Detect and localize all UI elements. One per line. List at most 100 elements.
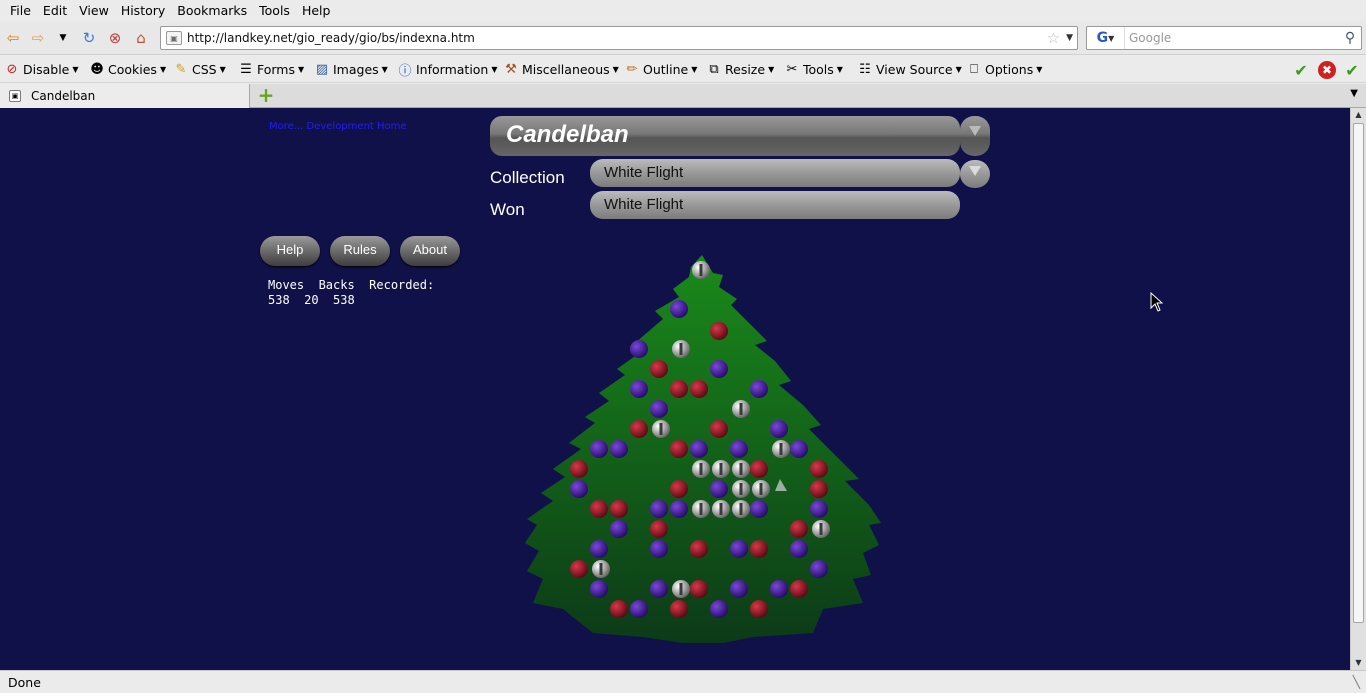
purple-ornament[interactable] [770, 580, 788, 598]
help-button[interactable]: Help [260, 236, 320, 266]
wd-outline[interactable]: ✏ Outline ▼ [624, 60, 698, 79]
menu-bookmarks[interactable]: Bookmarks [171, 0, 253, 22]
wd-cookies[interactable]: ☻ Cookies ▼ [89, 60, 166, 79]
purple-ornament[interactable] [710, 480, 728, 498]
vertical-scrollbar[interactable]: ▲ ▼ [1350, 108, 1366, 670]
scroll-down-icon[interactable]: ▼ [1351, 656, 1366, 670]
search-icon[interactable]: ⚲ [1339, 30, 1361, 46]
purple-ornament[interactable] [650, 540, 668, 558]
purple-ornament[interactable] [730, 440, 748, 458]
wd-forms[interactable]: ☰ Forms ▼ [238, 60, 304, 79]
validate-css-icon[interactable]: ✔ [1292, 61, 1310, 80]
purple-ornament[interactable] [790, 440, 808, 458]
red-ornament[interactable] [570, 460, 588, 478]
purple-ornament[interactable] [610, 520, 628, 538]
purple-ornament[interactable] [630, 340, 648, 358]
red-ornament[interactable] [690, 380, 708, 398]
red-ornament[interactable] [630, 420, 648, 438]
purple-ornament[interactable] [570, 480, 588, 498]
purple-ornament[interactable] [590, 540, 608, 558]
purple-ornament[interactable] [730, 580, 748, 598]
menu-history[interactable]: History [115, 0, 171, 22]
menu-help[interactable]: Help [296, 0, 337, 22]
red-ornament[interactable] [810, 460, 828, 478]
collection-dropdown[interactable] [960, 160, 990, 188]
game-board-tree[interactable] [523, 253, 885, 648]
search-engine-icon[interactable]: G ▼ [1087, 27, 1125, 49]
wd-options[interactable]: ⎕ Options ▼ [966, 60, 1042, 79]
purple-ornament[interactable] [710, 600, 728, 618]
home-icon[interactable]: ⌂ [130, 28, 152, 48]
red-ornament[interactable] [650, 360, 668, 378]
validate-html-icon[interactable]: ✔ [1343, 61, 1361, 80]
purple-ornament[interactable] [710, 360, 728, 378]
error-icon[interactable]: ✖ [1318, 61, 1336, 79]
rules-button[interactable]: Rules [330, 236, 390, 266]
red-ornament[interactable] [670, 380, 688, 398]
url-bar[interactable]: ▣ http://landkey.net/gio_ready/gio/bs/in… [160, 26, 1078, 50]
red-ornament[interactable] [590, 500, 608, 518]
red-ornament[interactable] [710, 322, 728, 340]
purple-ornament[interactable] [810, 500, 828, 518]
reload-icon[interactable]: ↻ [78, 28, 100, 48]
wd-disable[interactable]: ⊘ Disable ▼ [4, 60, 79, 79]
menu-tools[interactable]: Tools [253, 0, 296, 22]
history-dropdown-icon[interactable]: ▼ [52, 28, 74, 48]
purple-ornament[interactable] [770, 420, 788, 438]
wd-css[interactable]: ✎ CSS ▼ [173, 60, 226, 79]
purple-ornament[interactable] [650, 500, 668, 518]
purple-ornament[interactable] [790, 540, 808, 558]
scroll-up-icon[interactable]: ▲ [1351, 108, 1366, 122]
red-ornament[interactable] [710, 420, 728, 438]
site-identity-icon[interactable]: ▣ [166, 31, 182, 45]
menu-view[interactable]: View [73, 0, 115, 22]
url-dropdown-icon[interactable]: ▼ [1066, 33, 1073, 43]
about-button[interactable]: About [400, 236, 460, 266]
bookmark-star-icon[interactable]: ☆ [1047, 29, 1060, 47]
purple-ornament[interactable] [670, 500, 688, 518]
wd-information[interactable]: ⓘ Information ▼ [397, 60, 497, 79]
purple-ornament[interactable] [690, 440, 708, 458]
wd-view-source[interactable]: ☷ View Source ▼ [857, 60, 962, 79]
purple-ornament[interactable] [590, 440, 608, 458]
red-ornament[interactable] [690, 580, 708, 598]
red-ornament[interactable] [690, 540, 708, 558]
red-ornament[interactable] [790, 520, 808, 538]
purple-ornament[interactable] [630, 600, 648, 618]
resize-grip-icon[interactable]: ╲ [1353, 675, 1360, 689]
search-box[interactable]: G ▼ Google ⚲ [1086, 26, 1362, 50]
purple-ornament[interactable] [810, 560, 828, 578]
purple-ornament[interactable] [610, 440, 628, 458]
red-ornament[interactable] [610, 600, 628, 618]
tab-list-icon[interactable]: ▼ [1350, 88, 1358, 99]
purple-ornament[interactable] [590, 580, 608, 598]
wd-resize[interactable]: ⧉ Resize ▼ [706, 60, 774, 79]
red-ornament[interactable] [810, 480, 828, 498]
red-ornament[interactable] [570, 560, 588, 578]
purple-ornament[interactable] [650, 400, 668, 418]
purple-ornament[interactable] [650, 580, 668, 598]
red-ornament[interactable] [750, 540, 768, 558]
menu-file[interactable]: File [4, 0, 37, 22]
red-ornament[interactable] [670, 480, 688, 498]
tab-candelban[interactable]: ▣ Candelban [0, 84, 250, 108]
red-ornament[interactable] [650, 520, 668, 538]
wd-tools[interactable]: ✂ Tools ▼ [784, 60, 843, 79]
red-ornament[interactable] [750, 460, 768, 478]
wd-miscellaneous[interactable]: ⚒ Miscellaneous ▼ [503, 60, 619, 79]
search-input[interactable]: Google [1125, 31, 1339, 45]
scroll-thumb[interactable] [1353, 123, 1364, 623]
wd-images[interactable]: ▨ Images ▼ [314, 60, 388, 79]
collection-select[interactable]: White Flight [590, 159, 960, 187]
purple-ornament[interactable] [670, 300, 688, 318]
url-text[interactable]: http://landkey.net/gio_ready/gio/bs/inde… [187, 31, 1047, 45]
menu-edit[interactable]: Edit [37, 0, 73, 22]
purple-ornament[interactable] [750, 500, 768, 518]
development-home-link[interactable]: More... Development Home [269, 121, 407, 132]
purple-ornament[interactable] [750, 380, 768, 398]
red-ornament[interactable] [610, 500, 628, 518]
stop-icon[interactable]: ⊗ [104, 28, 126, 48]
purple-ornament[interactable] [730, 540, 748, 558]
forward-icon[interactable]: ⇨ [27, 28, 49, 48]
red-ornament[interactable] [750, 600, 768, 618]
